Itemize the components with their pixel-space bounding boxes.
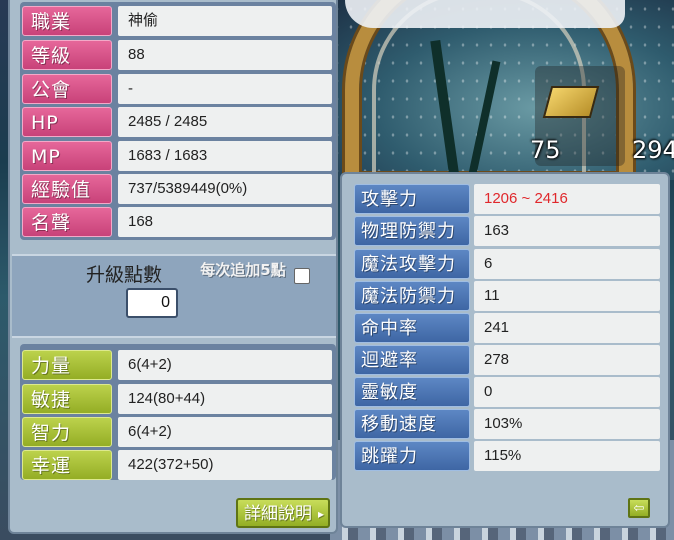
dex-value: 124(80+44): [118, 384, 332, 414]
attack-label: 攻擊力: [354, 184, 470, 214]
luk-value: 422(372+50): [118, 450, 332, 480]
accuracy-value: 241: [474, 313, 660, 343]
int-value: 6(4+2): [118, 417, 332, 447]
str-value: 6(4+2): [118, 350, 332, 380]
attack-value: 1206 ~ 2416: [474, 184, 660, 214]
jump-value: 115%: [474, 441, 660, 471]
avoid-label: 迴避率: [354, 345, 470, 375]
accuracy-label: 命中率: [354, 313, 470, 343]
speed-label: 移動速度: [354, 409, 470, 439]
speed-value: 103%: [474, 409, 660, 439]
exp-value: 737/5389449(0%): [118, 174, 332, 204]
weapon-def-value: 163: [474, 216, 660, 246]
back-arrow-button[interactable]: ⇦: [628, 498, 650, 518]
auto-assign-label: 每次追加5點: [200, 261, 286, 279]
item-icon[interactable]: [542, 86, 600, 118]
jump-label: 跳躍力: [354, 441, 470, 471]
arrow-right-icon: ▸: [317, 507, 324, 521]
luk-label: 幸運: [22, 450, 112, 480]
hp-label: HP: [22, 107, 112, 137]
detail-button[interactable]: 詳細說明 ▸: [236, 498, 330, 528]
fame-value: 168: [118, 207, 332, 237]
magic-atk-label: 魔法攻擊力: [354, 249, 470, 279]
mp-label: MP: [22, 141, 112, 171]
arrow-left-icon: ⇦: [633, 501, 645, 516]
magic-atk-value: 6: [474, 249, 660, 279]
level-value: 88: [118, 40, 332, 70]
detail-button-label: 詳細說明: [244, 504, 312, 524]
job-value: 神偷: [118, 6, 332, 36]
hp-value: 2485 / 2485: [118, 107, 332, 137]
mp-value: 1683 / 1683: [118, 141, 332, 171]
quickslot-count: 294: [632, 136, 674, 164]
detail-stat-window: 攻擊力 1206 ~ 2416 物理防禦力 163 魔法攻擊力 6 魔法防禦力 …: [340, 172, 670, 528]
weapon-def-label: 物理防禦力: [354, 216, 470, 246]
quickslot-count: 75: [530, 136, 561, 164]
hands-label: 靈敏度: [354, 377, 470, 407]
magic-def-value: 11: [474, 281, 660, 311]
snow-cap: [345, 0, 625, 28]
hands-value: 0: [474, 377, 660, 407]
ability-points-field[interactable]: 0: [126, 288, 178, 318]
character-stat-window: 職業 神偷 等級 88 公會 - HP 2485 / 2485 MP 1683 …: [8, 0, 338, 534]
guild-value: -: [118, 74, 332, 104]
exp-label: 經驗值: [22, 174, 112, 204]
str-label: 力量: [22, 350, 112, 380]
job-label: 職業: [22, 6, 112, 36]
auto-assign-checkbox[interactable]: [294, 268, 310, 284]
int-label: 智力: [22, 417, 112, 447]
dex-label: 敏捷: [22, 384, 112, 414]
ability-points-label: 升級點數: [86, 264, 163, 286]
fame-label: 名聲: [22, 207, 112, 237]
avoid-value: 278: [474, 345, 660, 375]
guild-label: 公會: [22, 74, 112, 104]
magic-def-label: 魔法防禦力: [354, 281, 470, 311]
level-label: 等級: [22, 40, 112, 70]
